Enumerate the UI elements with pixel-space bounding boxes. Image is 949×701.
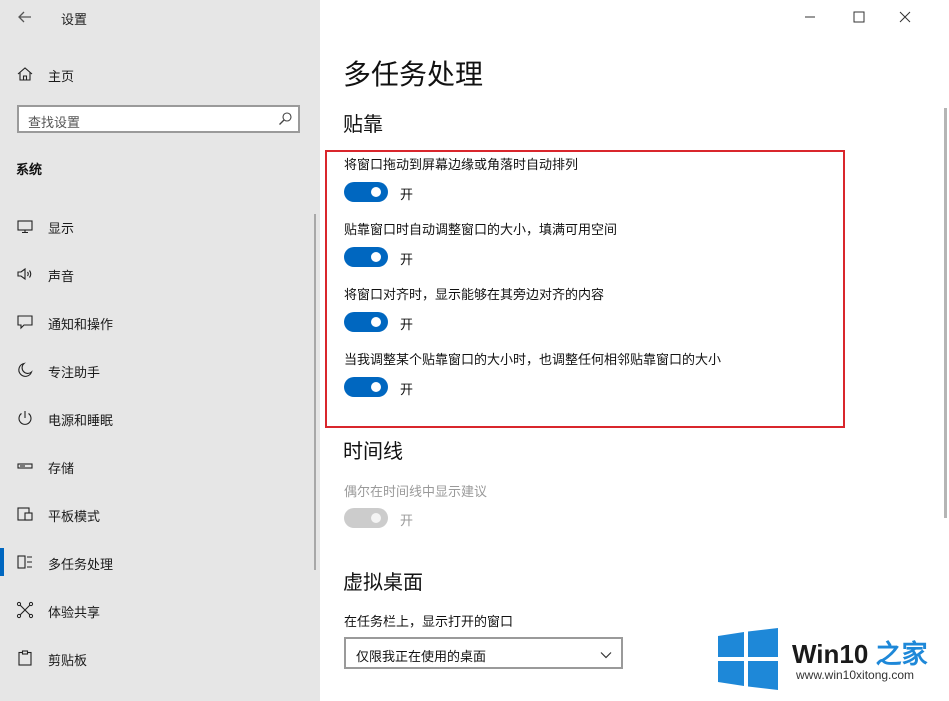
sidebar-item-label: 剪贴板 xyxy=(48,654,88,669)
timeline-option-label: 偶尔在时间线中显示建议 xyxy=(344,485,488,500)
watermark-url: www.win10xitong.com xyxy=(796,668,915,682)
watermark-brand-win: Win10 xyxy=(792,639,869,669)
window-controls xyxy=(799,0,949,34)
snap-toggle-arrange[interactable] xyxy=(344,182,388,202)
sidebar-item-label: 专注助手 xyxy=(48,366,101,381)
taskbar-windows-label: 在任务栏上，显示打开的窗口 xyxy=(344,615,514,630)
power-icon xyxy=(16,409,34,427)
sidebar-item-label: 体验共享 xyxy=(48,606,101,621)
display-icon xyxy=(16,217,34,235)
home-label: 主页 xyxy=(48,70,75,85)
windows-logo-icon xyxy=(718,628,778,690)
sidebar-item-shared-experiences[interactable]: 体验共享 xyxy=(0,594,320,642)
main-content: 多任务处理 贴靠 将窗口拖动到屏幕边缘或角落时自动排列 开 贴靠窗口时自动调整窗… xyxy=(320,0,949,701)
snap-toggle-suggest[interactable] xyxy=(344,312,388,332)
active-indicator xyxy=(0,548,4,576)
storage-icon xyxy=(16,457,34,475)
sidebar-scrollbar[interactable] xyxy=(314,214,316,570)
sidebar-item-clipboard[interactable]: 剪贴板 xyxy=(0,642,320,690)
toggle-knob xyxy=(371,513,381,523)
nav-list: 显示 声音 通知和操作 专注助手 电源和睡眠 存储 平板模式 多任务处理 体验共… xyxy=(0,210,320,690)
close-icon xyxy=(899,11,911,23)
sidebar-item-notifications[interactable]: 通知和操作 xyxy=(0,306,320,354)
sidebar-item-label: 通知和操作 xyxy=(48,318,114,333)
watermark: Win10 之家 www.win10xitong.com xyxy=(716,628,949,701)
snap-option-label: 将窗口拖动到屏幕边缘或角落时自动排列 xyxy=(344,158,579,173)
dropdown-value: 仅限我正在使用的桌面 xyxy=(356,650,487,665)
sidebar-item-label: 存储 xyxy=(48,462,75,477)
page-title: 多任务处理 xyxy=(343,58,484,91)
snap-heading: 贴靠 xyxy=(343,112,383,136)
main-scrollbar[interactable] xyxy=(944,108,947,518)
search-input[interactable]: 查找设置 xyxy=(17,105,300,133)
close-button[interactable] xyxy=(894,6,916,28)
multitask-icon xyxy=(16,553,34,571)
toggle-state: 开 xyxy=(400,383,414,398)
minimize-icon xyxy=(805,16,815,18)
toggle-knob xyxy=(371,187,381,197)
watermark-brand: Win10 之家 xyxy=(792,634,928,671)
sidebar-item-focus-assist[interactable]: 专注助手 xyxy=(0,354,320,402)
sidebar: 设置 主页 查找设置 系统 显示 声音 通知和操作 专注助手 电源和睡眠 存储 … xyxy=(0,0,320,701)
toggle-knob xyxy=(371,252,381,262)
toggle-knob xyxy=(371,317,381,327)
chevron-down-icon xyxy=(599,647,613,661)
tablet-icon xyxy=(16,505,34,523)
snap-option-label: 将窗口对齐时，显示能够在其旁边对齐的内容 xyxy=(344,288,605,303)
snap-toggle-resize-adjacent[interactable] xyxy=(344,377,388,397)
toggle-state: 开 xyxy=(400,514,414,529)
minimize-button[interactable] xyxy=(799,6,821,28)
toggle-state: 开 xyxy=(400,188,414,203)
sidebar-item-home[interactable]: 主页 xyxy=(0,58,320,90)
speaker-icon xyxy=(16,265,34,283)
sidebar-item-power-sleep[interactable]: 电源和睡眠 xyxy=(0,402,320,450)
sidebar-item-multitasking[interactable]: 多任务处理 xyxy=(0,546,320,594)
titlebar-left: 设置 xyxy=(0,0,320,34)
timeline-heading: 时间线 xyxy=(343,439,403,463)
app-title: 设置 xyxy=(61,13,88,28)
sidebar-item-label: 多任务处理 xyxy=(48,558,114,573)
maximize-icon xyxy=(853,11,865,23)
sidebar-item-label: 声音 xyxy=(48,270,75,285)
section-label-system: 系统 xyxy=(16,163,43,178)
search-placeholder: 查找设置 xyxy=(28,116,81,131)
sidebar-item-sound[interactable]: 声音 xyxy=(0,258,320,306)
clipboard-icon xyxy=(16,649,34,667)
sidebar-item-tablet-mode[interactable]: 平板模式 xyxy=(0,498,320,546)
back-arrow-icon xyxy=(18,11,31,23)
back-button[interactable] xyxy=(12,6,38,28)
sidebar-item-display[interactable]: 显示 xyxy=(0,210,320,258)
virtual-desktops-heading: 虚拟桌面 xyxy=(343,570,423,594)
snap-toggle-fill[interactable] xyxy=(344,247,388,267)
search-icon[interactable] xyxy=(277,111,293,127)
share-icon xyxy=(16,601,34,619)
taskbar-windows-dropdown[interactable]: 仅限我正在使用的桌面 xyxy=(344,637,623,669)
toggle-state: 开 xyxy=(400,318,414,333)
sidebar-item-storage[interactable]: 存储 xyxy=(0,450,320,498)
snap-option-label: 当我调整某个贴靠窗口的大小时，也调整任何相邻贴靠窗口的大小 xyxy=(344,353,722,368)
home-icon xyxy=(16,65,34,83)
sidebar-item-label: 显示 xyxy=(48,222,75,237)
sidebar-item-label: 平板模式 xyxy=(48,510,101,525)
timeline-toggle[interactable] xyxy=(344,508,388,528)
notification-icon xyxy=(16,313,34,331)
snap-option-label: 贴靠窗口时自动调整窗口的大小，填满可用空间 xyxy=(344,223,618,238)
toggle-knob xyxy=(371,382,381,392)
moon-icon xyxy=(16,361,34,379)
watermark-brand-zhi: 之家 xyxy=(875,639,928,669)
maximize-button[interactable] xyxy=(848,6,870,28)
sidebar-item-label: 电源和睡眠 xyxy=(48,414,114,429)
toggle-state: 开 xyxy=(400,253,414,268)
